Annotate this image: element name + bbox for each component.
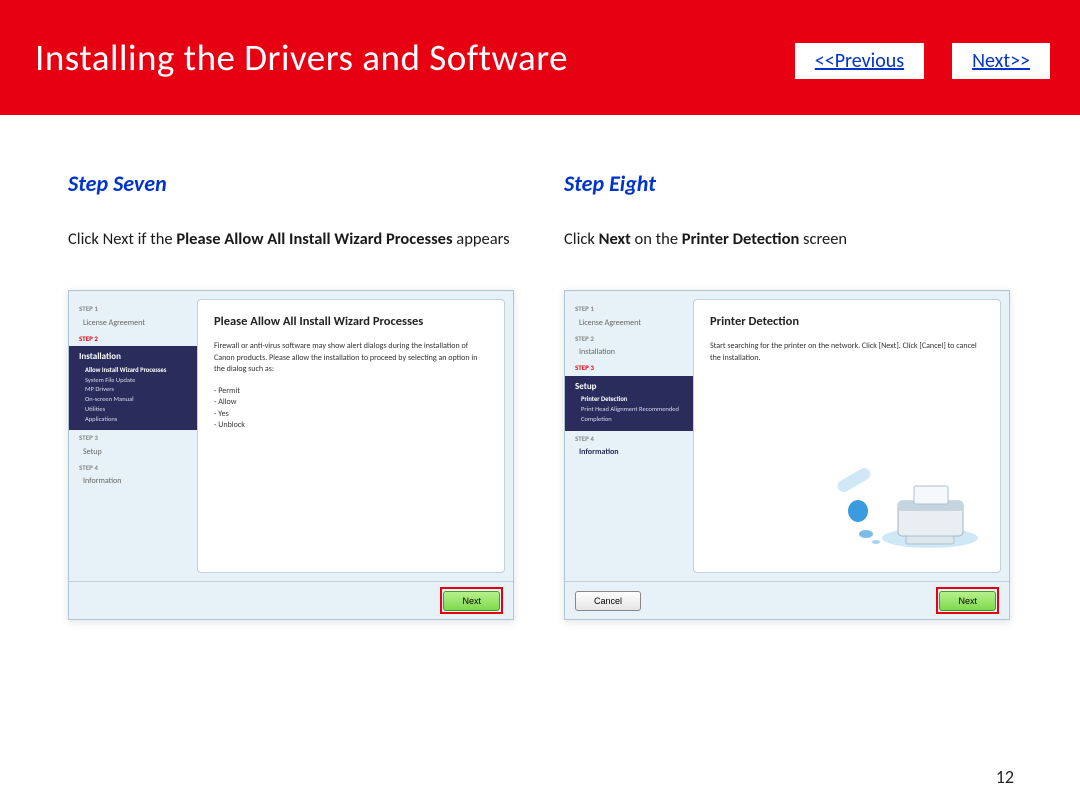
printer-icon xyxy=(820,456,980,566)
next-highlight: Next xyxy=(440,587,503,614)
wizard-sidebar: STEP 1 License Agreement STEP 2 Installa… xyxy=(69,291,197,581)
step-seven-desc: Click Next if the Please Allow All Insta… xyxy=(68,229,514,250)
step-eight-desc: Click Next on the Printer Detection scre… xyxy=(564,229,1010,250)
page-title: Installing the Drivers and Software xyxy=(35,35,568,80)
wizard-step-seven: STEP 1 License Agreement STEP 2 Installa… xyxy=(68,290,514,620)
content-area: Step Seven Click Next if the Please Allo… xyxy=(0,115,1080,620)
wizard-next-button[interactable]: Next xyxy=(443,591,500,611)
step-eight-title: Step Eight xyxy=(564,170,1010,197)
wizard-panel-title: Please Allow All Install Wizard Processe… xyxy=(214,314,488,329)
next-button[interactable]: Next>> xyxy=(952,43,1050,79)
wizard-panel-body: Firewall or anti-virus software may show… xyxy=(214,341,488,431)
wizard-cancel-button[interactable]: Cancel xyxy=(575,591,641,611)
wizard-main-panel: Printer Detection Start searching for th… xyxy=(693,299,1001,573)
wizard-next-button[interactable]: Next xyxy=(939,591,996,611)
wizard-footer: Next xyxy=(69,581,513,619)
wizard-panel-body: Start searching for the printer on the n… xyxy=(710,341,984,363)
nav-buttons: <<Previous Next>> xyxy=(795,43,1050,79)
previous-button[interactable]: <<Previous xyxy=(795,43,924,79)
next-highlight: Next xyxy=(936,587,999,614)
page-number: 12 xyxy=(996,766,1014,788)
wizard-step-eight: STEP 1 License Agreement STEP 2 Installa… xyxy=(564,290,1010,620)
wizard-panel-title: Printer Detection xyxy=(710,314,984,329)
step-seven-title: Step Seven xyxy=(68,170,514,197)
sidebar-active-step2: Installation Allow Install Wizard Proces… xyxy=(69,346,197,430)
header-bar: Installing the Drivers and Software <<Pr… xyxy=(0,0,1080,115)
step-eight-column: Step Eight Click Next on the Printer Det… xyxy=(564,170,1010,620)
step-seven-column: Step Seven Click Next if the Please Allo… xyxy=(68,170,514,620)
wizard-footer: Cancel Next xyxy=(565,581,1009,619)
wizard-sidebar: STEP 1 License Agreement STEP 2 Installa… xyxy=(565,291,693,581)
wizard-main-panel: Please Allow All Install Wizard Processe… xyxy=(197,299,505,573)
sidebar-active-step3: Setup Printer Detection Print Head Align… xyxy=(565,376,693,431)
